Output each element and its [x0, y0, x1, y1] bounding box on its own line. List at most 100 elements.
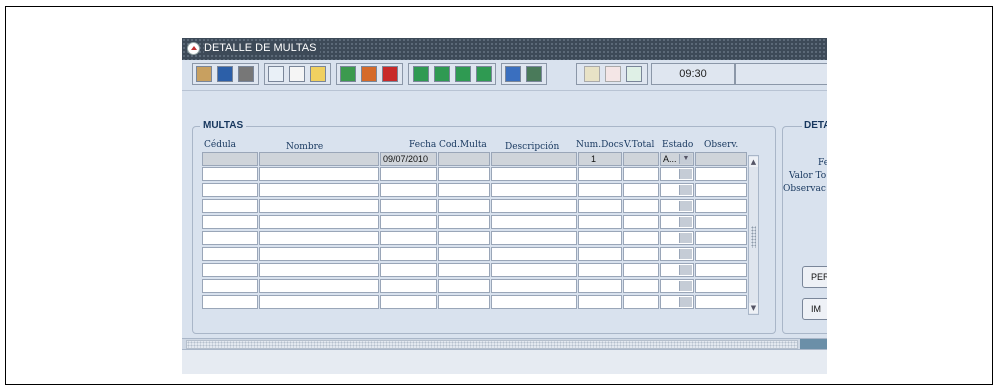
cell-nombre[interactable]	[259, 199, 379, 213]
cell-estado-select[interactable]	[660, 167, 694, 181]
cell-cod-multa[interactable]	[438, 279, 490, 293]
cell-fecha[interactable]	[380, 247, 437, 261]
cell-descripcion[interactable]	[491, 183, 577, 197]
cell-num-docs[interactable]	[578, 279, 622, 293]
cell-cedula[interactable]	[202, 263, 258, 277]
cell-fecha[interactable]	[380, 183, 437, 197]
cell-estado-select[interactable]	[660, 279, 694, 293]
cell-fecha[interactable]	[380, 215, 437, 229]
horizontal-scroll-thumb[interactable]	[186, 340, 798, 349]
cell-descripcion[interactable]	[491, 263, 577, 277]
cell-num-docs[interactable]	[578, 247, 622, 261]
cell-observ[interactable]	[695, 199, 747, 213]
cell-cod-multa[interactable]	[438, 167, 490, 181]
cell-fecha[interactable]	[380, 199, 437, 213]
cell-v-total[interactable]	[623, 199, 659, 213]
cell-estado-select[interactable]	[660, 199, 694, 213]
broom-icon[interactable]	[196, 66, 212, 82]
cell-observ[interactable]	[695, 152, 747, 166]
list-icon[interactable]	[289, 66, 305, 82]
cell-cedula[interactable]	[202, 295, 258, 309]
cell-estado-select[interactable]	[660, 295, 694, 309]
cell-cedula[interactable]	[202, 215, 258, 229]
cell-observ[interactable]	[695, 167, 747, 181]
cell-num-docs[interactable]	[578, 231, 622, 245]
cell-nombre[interactable]	[259, 247, 379, 261]
scroll-down-icon[interactable]: ▼	[749, 303, 758, 313]
cell-descripcion[interactable]	[491, 247, 577, 261]
per-button[interactable]: PER	[802, 266, 827, 288]
scroll-grip[interactable]	[751, 226, 756, 248]
cell-num-docs[interactable]	[578, 167, 622, 181]
check-icon[interactable]	[605, 66, 621, 82]
anchor-icon[interactable]	[584, 66, 600, 82]
cell-v-total[interactable]	[623, 231, 659, 245]
cell-num-docs[interactable]	[578, 215, 622, 229]
cell-v-total[interactable]	[623, 167, 659, 181]
vertical-scrollbar[interactable]: ▲ ▼	[748, 155, 759, 315]
cell-nombre[interactable]	[259, 183, 379, 197]
cell-fecha[interactable]	[380, 167, 437, 181]
cell-estado-select[interactable]	[660, 215, 694, 229]
cell-estado-select[interactable]	[660, 183, 694, 197]
cell-descripcion[interactable]	[491, 167, 577, 181]
cell-estado-select[interactable]: A... ▼	[660, 152, 694, 166]
exit-icon[interactable]	[526, 66, 542, 82]
cell-v-total[interactable]	[623, 183, 659, 197]
cell-nombre[interactable]	[259, 231, 379, 245]
cell-descripcion[interactable]	[491, 295, 577, 309]
cell-cedula[interactable]	[202, 199, 258, 213]
cell-fecha[interactable]: 09/07/2010	[380, 152, 437, 166]
last-record-icon[interactable]	[476, 66, 492, 82]
cell-cod-multa[interactable]	[438, 231, 490, 245]
horizontal-scroll-end[interactable]	[800, 339, 827, 349]
cell-observ[interactable]	[695, 263, 747, 277]
cell-v-total[interactable]	[623, 247, 659, 261]
cell-num-docs[interactable]	[578, 295, 622, 309]
cell-num-docs[interactable]	[578, 263, 622, 277]
print-icon[interactable]	[238, 66, 254, 82]
cell-fecha[interactable]	[380, 231, 437, 245]
search-icon[interactable]	[268, 66, 284, 82]
cell-cedula[interactable]	[202, 183, 258, 197]
cell-fecha[interactable]	[380, 279, 437, 293]
cell-cod-multa[interactable]	[438, 263, 490, 277]
cell-cod-multa[interactable]	[438, 199, 490, 213]
cell-num-docs[interactable]: 1	[578, 152, 622, 166]
cell-descripcion[interactable]	[491, 215, 577, 229]
cell-observ[interactable]	[695, 247, 747, 261]
cell-descripcion[interactable]	[491, 152, 577, 166]
cell-cod-multa[interactable]	[438, 295, 490, 309]
cell-cedula[interactable]	[202, 231, 258, 245]
cell-estado-select[interactable]	[660, 263, 694, 277]
cell-cod-multa[interactable]	[438, 247, 490, 261]
cell-cod-multa[interactable]	[438, 215, 490, 229]
cell-descripcion[interactable]	[491, 231, 577, 245]
cell-observ[interactable]	[695, 295, 747, 309]
first-record-icon[interactable]	[413, 66, 429, 82]
calendar-icon[interactable]	[626, 66, 642, 82]
cell-nombre[interactable]	[259, 263, 379, 277]
cell-cedula[interactable]	[202, 167, 258, 181]
cell-num-docs[interactable]	[578, 199, 622, 213]
help-icon[interactable]	[505, 66, 521, 82]
cell-cedula[interactable]	[202, 152, 258, 166]
cell-observ[interactable]	[695, 215, 747, 229]
cell-nombre[interactable]	[259, 215, 379, 229]
cell-v-total[interactable]	[623, 279, 659, 293]
cell-observ[interactable]	[695, 183, 747, 197]
cell-nombre[interactable]	[259, 295, 379, 309]
delete-record-icon[interactable]	[382, 66, 398, 82]
cell-nombre[interactable]	[259, 279, 379, 293]
cell-nombre[interactable]	[259, 167, 379, 181]
cell-v-total[interactable]	[623, 152, 659, 166]
horizontal-scrollbar[interactable]	[182, 338, 827, 350]
save-icon[interactable]	[217, 66, 233, 82]
cell-cod-multa[interactable]	[438, 183, 490, 197]
cell-descripcion[interactable]	[491, 199, 577, 213]
cell-cedula[interactable]	[202, 279, 258, 293]
cell-estado-select[interactable]	[660, 231, 694, 245]
duplicate-record-icon[interactable]	[361, 66, 377, 82]
scroll-up-icon[interactable]: ▲	[749, 157, 758, 167]
cell-v-total[interactable]	[623, 215, 659, 229]
